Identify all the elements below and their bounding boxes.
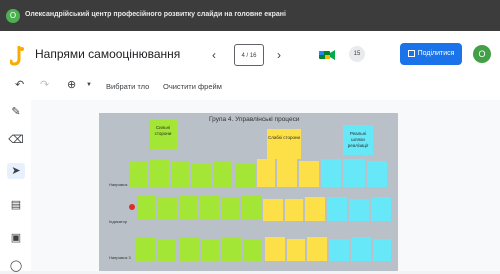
pen-icon[interactable]: ✎ xyxy=(7,104,25,120)
recommendations-header-note[interactable]: Реальні шляхи реалізації xyxy=(343,125,373,155)
sticky-note[interactable] xyxy=(257,159,275,187)
sticky-note[interactable] xyxy=(135,237,155,261)
sticky-note[interactable] xyxy=(263,199,283,221)
sticky-note[interactable] xyxy=(285,199,303,221)
sticky-note[interactable] xyxy=(307,237,327,261)
sticky-note[interactable] xyxy=(371,197,391,221)
sticky-note[interactable] xyxy=(149,159,169,187)
sticky-note[interactable] xyxy=(327,197,347,221)
sticky-note[interactable] xyxy=(221,237,241,261)
sticky-note[interactable] xyxy=(213,161,231,187)
row-label: Напрямок 1 xyxy=(109,182,131,187)
next-frame-button[interactable]: › xyxy=(277,48,281,62)
sticky-note[interactable] xyxy=(171,161,189,187)
sticky-note[interactable] xyxy=(157,239,175,261)
presenting-message: Олександрійський центр професійного розв… xyxy=(25,11,286,18)
zoom-icon[interactable]: ⊕ xyxy=(67,78,76,91)
sticky-note[interactable] xyxy=(241,195,261,219)
weaknesses-header-note[interactable]: Слабкі сторони xyxy=(267,129,301,159)
sticky-note[interactable] xyxy=(277,159,297,187)
sticky-note[interactable] xyxy=(191,163,211,187)
clear-frame-button[interactable]: Очистити фрейм xyxy=(163,82,222,91)
document-title[interactable]: Напрями самооцінювання xyxy=(35,47,180,61)
sticky-note[interactable] xyxy=(373,239,391,261)
share-button[interactable]: Поділитися xyxy=(400,43,462,65)
sticky-note[interactable] xyxy=(321,159,341,187)
sticky-note[interactable] xyxy=(265,237,285,261)
set-background-button[interactable]: Вибрати тло xyxy=(106,82,149,91)
sticky-note[interactable] xyxy=(129,161,147,187)
redo-icon[interactable]: ↷ xyxy=(40,78,49,91)
share-label: Поділитися xyxy=(417,50,455,57)
circle-icon[interactable]: ◯ xyxy=(7,258,25,274)
sticky-note[interactable] xyxy=(221,197,239,219)
sticky-note[interactable] xyxy=(157,197,177,219)
sticky-note[interactable] xyxy=(343,159,365,187)
sticky-note[interactable] xyxy=(349,199,369,221)
notification-bar: O Олександрійський центр професійного ро… xyxy=(0,0,500,31)
sticky-note[interactable] xyxy=(287,239,305,261)
jamboard-logo-icon xyxy=(10,46,24,66)
sticky-note[interactable] xyxy=(235,163,255,187)
user-avatar[interactable]: О xyxy=(473,45,491,63)
sticky-note-icon[interactable]: ▤ xyxy=(7,197,25,213)
previous-frame-button[interactable]: ‹ xyxy=(212,48,216,62)
whiteboard-frame[interactable]: Група 4. Управлінські процеси Сильні сто… xyxy=(99,113,398,271)
pin-icon xyxy=(129,204,135,210)
sticky-note[interactable] xyxy=(199,195,219,219)
lock-icon xyxy=(407,49,415,57)
presenter-avatar: O xyxy=(6,9,20,23)
sticky-note[interactable] xyxy=(201,239,219,261)
sticky-note[interactable] xyxy=(351,237,371,261)
sticky-note[interactable] xyxy=(367,161,387,187)
sticky-note[interactable] xyxy=(137,195,155,219)
frame-indicator[interactable]: 4 / 16 xyxy=(234,44,264,66)
row-label: Індикатор xyxy=(109,219,128,224)
sticky-note[interactable] xyxy=(179,237,199,261)
sticky-note[interactable] xyxy=(243,239,261,261)
sticky-note[interactable] xyxy=(299,161,319,187)
eraser-icon[interactable]: ⌫ xyxy=(7,132,25,148)
row-label: Напрямок 3 xyxy=(109,255,131,260)
sticky-note[interactable] xyxy=(305,197,325,221)
sticky-note[interactable] xyxy=(329,239,349,261)
undo-icon[interactable]: ↶ xyxy=(15,78,24,91)
zoom-dropdown-icon[interactable]: ▼ xyxy=(86,82,92,88)
meet-icon[interactable] xyxy=(319,50,337,60)
image-icon[interactable]: ▣ xyxy=(7,230,25,246)
sticky-note[interactable] xyxy=(179,195,197,219)
participants-count[interactable]: 15 xyxy=(349,46,365,62)
strengths-header-note[interactable]: Сильні сторони xyxy=(149,119,177,149)
board-title: Група 4. Управлінські процеси xyxy=(209,116,300,123)
cursor-icon[interactable]: ➤ xyxy=(7,163,25,179)
